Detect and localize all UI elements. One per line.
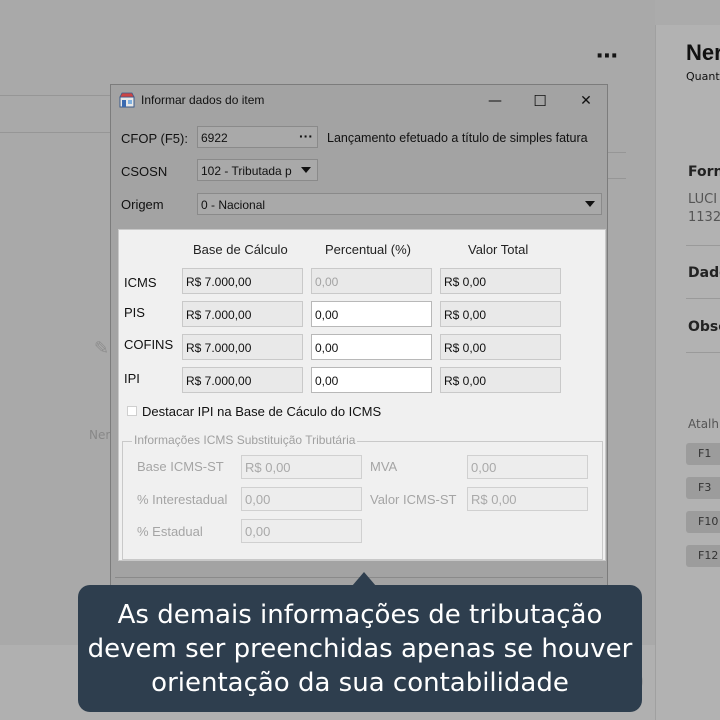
- cfop-value: 6922: [201, 131, 228, 145]
- dados-label[interactable]: Dado: [688, 265, 720, 281]
- cfop-label: CFOP (F5):: [121, 131, 188, 146]
- cofins-percent-input[interactable]: 0,00: [311, 334, 432, 360]
- origem-value: 0 - Nacional: [201, 198, 266, 212]
- atalhos-label: Atalh: [688, 417, 719, 431]
- ipi-total-field: R$ 0,00: [440, 367, 561, 393]
- cfop-input[interactable]: 6922 ···: [197, 126, 318, 148]
- origem-select[interactable]: 0 - Nacional: [197, 193, 602, 215]
- icms-st-legend: Informações ICMS Substituição Tributária: [132, 433, 358, 447]
- ipi-percent-input[interactable]: 0,00: [311, 367, 432, 393]
- right-panel-subtitle: Quant: [686, 70, 720, 83]
- maximize-button[interactable]: ☐: [525, 90, 555, 112]
- base-icms-st-field: R$ 0,00: [241, 455, 362, 479]
- header-base-calculo: Base de Cálculo: [193, 242, 288, 257]
- observacoes-label[interactable]: Obse: [688, 319, 720, 335]
- icms-base-field: R$ 7.000,00: [182, 268, 303, 294]
- tooltip-arrow: [352, 572, 376, 586]
- valor-icms-st-label: Valor ICMS-ST: [370, 492, 457, 507]
- tax-values-panel: Base de Cálculo Percentual (%) Valor Tot…: [118, 229, 606, 561]
- csosn-value: 102 - Tributada p: [201, 164, 292, 178]
- right-panel: [655, 25, 720, 720]
- interestadual-field: 0,00: [241, 487, 362, 511]
- guidance-tooltip: As demais informações de tributação deve…: [78, 585, 642, 712]
- pis-base-field: R$ 7.000,00: [182, 301, 303, 327]
- cfop-description: Lançamento efetuado a título de simples …: [327, 131, 588, 145]
- mva-label: MVA: [370, 459, 398, 474]
- chevron-down-icon: [301, 167, 311, 173]
- shortcut-key-f10[interactable]: F10: [686, 511, 720, 533]
- bg-divider: [0, 132, 110, 133]
- estadual-field: 0,00: [241, 519, 362, 543]
- destacar-ipi-label[interactable]: Destacar IPI na Base de Cáculo do ICMS: [142, 404, 381, 419]
- shortcut-key-f12[interactable]: F12: [686, 545, 720, 567]
- dialog-titlebar[interactable]: Informar dados do item — ☐ ✕: [111, 85, 607, 115]
- origem-label: Origem: [121, 197, 164, 212]
- tooltip-line: orientação da sua contabilidade: [151, 668, 569, 698]
- right-panel-divider: [686, 352, 720, 353]
- base-icms-st-label: Base ICMS-ST: [137, 459, 224, 474]
- estadual-label: % Estadual: [137, 524, 203, 539]
- destacar-ipi-checkbox[interactable]: [127, 406, 137, 416]
- ipi-base-field: R$ 7.000,00: [182, 367, 303, 393]
- right-panel-divider: [686, 245, 720, 246]
- shortcut-key-f1[interactable]: F1: [686, 443, 720, 465]
- icms-percent-field: 0,00: [311, 268, 432, 294]
- right-panel-divider: [686, 298, 720, 299]
- cfop-search-button[interactable]: ···: [299, 128, 313, 144]
- right-panel-title: Ner: [686, 40, 720, 65]
- valor-icms-st-field: R$ 0,00: [467, 487, 588, 511]
- header-percentual: Percentual (%): [325, 242, 411, 257]
- fornecedor-code: 1132: [688, 210, 720, 225]
- bg-divider: [0, 95, 110, 96]
- pis-label: PIS: [124, 305, 145, 320]
- interestadual-label: % Interestadual: [137, 492, 228, 507]
- bg-ghost-text: Ner: [89, 428, 111, 442]
- pis-percent-input[interactable]: 0,00: [311, 301, 432, 327]
- cofins-total-field: R$ 0,00: [440, 334, 561, 360]
- cofins-label: COFINS: [124, 337, 174, 352]
- bg-divider: [608, 152, 626, 153]
- tooltip-line: As demais informações de tributação: [117, 600, 603, 630]
- tooltip-line: devem ser preenchidas apenas se houver: [87, 634, 633, 664]
- mva-field: 0,00: [467, 455, 588, 479]
- header-valor-total: Valor Total: [468, 242, 529, 257]
- csosn-label: CSOSN: [121, 164, 168, 179]
- fornecedor-label: Forn: [688, 164, 720, 180]
- more-options-icon[interactable]: ⋯: [596, 44, 619, 69]
- minimize-button[interactable]: —: [480, 90, 510, 112]
- app-store-icon: [119, 92, 135, 108]
- dialog-title: Informar dados do item: [141, 93, 265, 107]
- icms-label: ICMS: [124, 275, 157, 290]
- close-button[interactable]: ✕: [571, 90, 601, 112]
- cofins-base-field: R$ 7.000,00: [182, 334, 303, 360]
- chevron-down-icon: [585, 201, 595, 207]
- csosn-select[interactable]: 102 - Tributada p: [197, 159, 318, 181]
- pis-total-field: R$ 0,00: [440, 301, 561, 327]
- fornecedor-name: LUCI: [688, 192, 718, 207]
- item-data-dialog: Informar dados do item — ☐ ✕ CFOP (F5): …: [110, 84, 608, 604]
- pencil-icon: ✎: [94, 338, 110, 359]
- icms-total-field: R$ 0,00: [440, 268, 561, 294]
- shortcut-key-f3[interactable]: F3: [686, 477, 720, 499]
- ipi-label: IPI: [124, 371, 140, 386]
- bg-divider: [608, 178, 626, 179]
